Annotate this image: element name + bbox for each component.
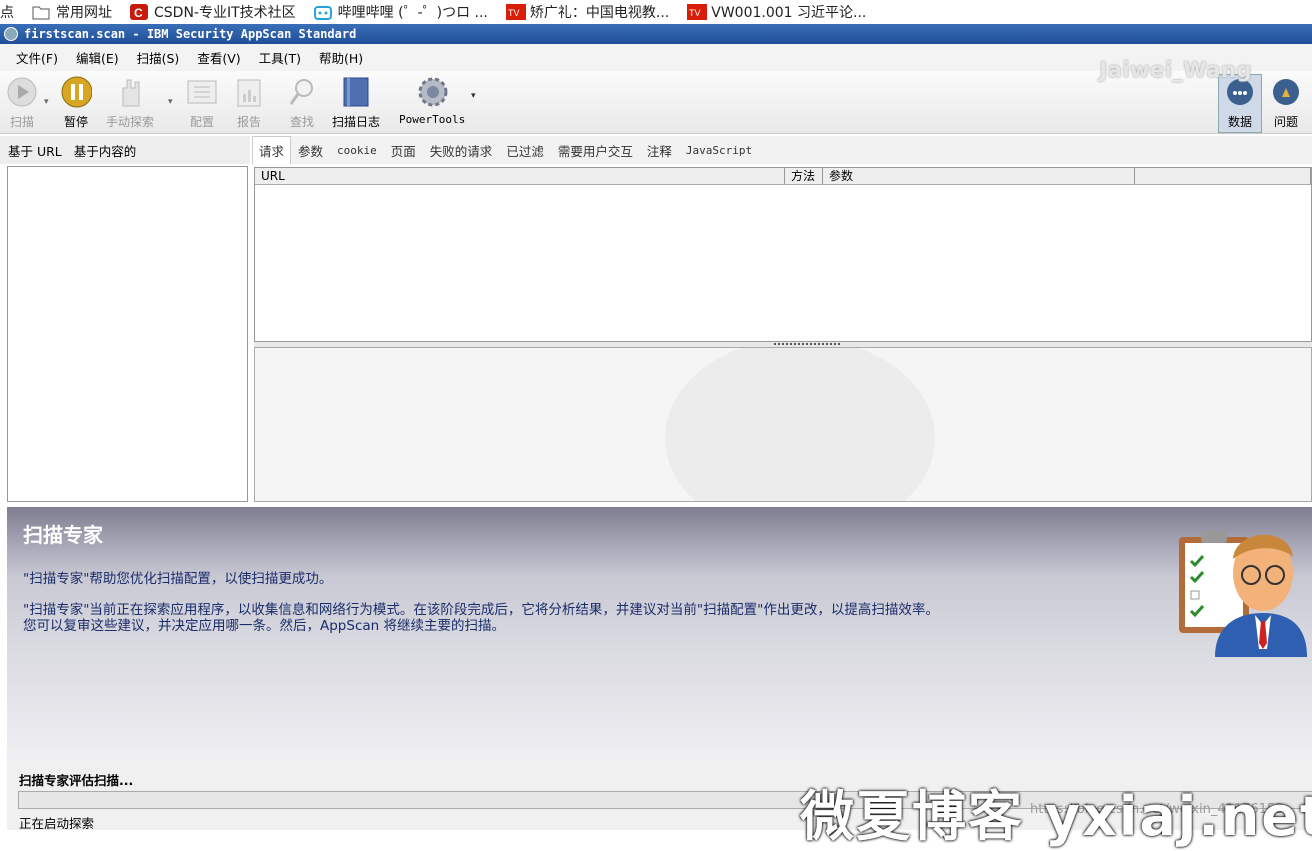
- menu-file[interactable]: 文件(F): [16, 48, 58, 67]
- appscan-icon: [4, 27, 18, 41]
- manual-dropdown-arrow[interactable]: ▾: [168, 97, 173, 107]
- report-button[interactable]: 报告: [233, 75, 265, 130]
- powertools-dropdown-arrow[interactable]: ▾: [471, 91, 476, 101]
- issues-view-button[interactable]: 问题: [1270, 75, 1302, 130]
- bookmark-label: VW001.001 习近平论...: [711, 5, 867, 21]
- tab-url-based[interactable]: 基于 URL: [0, 141, 66, 160]
- pause-icon: [60, 75, 92, 109]
- tab-pages[interactable]: 页面: [384, 141, 423, 160]
- svg-text:TV: TV: [689, 8, 701, 18]
- issues-icon: [1270, 75, 1302, 109]
- scan-expert-title: 扫描专家: [23, 523, 103, 547]
- left-view-tabs: 基于 URL 基于内容的: [0, 136, 250, 164]
- tab-content-based[interactable]: 基于内容的: [66, 141, 141, 160]
- application-tree-panel[interactable]: [7, 166, 248, 502]
- column-extra: [1135, 168, 1311, 184]
- manual-explore-button[interactable]: 手动探索: [106, 75, 154, 130]
- tab-failed-requests[interactable]: 失败的请求: [423, 141, 500, 160]
- tab-user-interaction[interactable]: 需要用户交互: [551, 141, 640, 160]
- csdn-icon: C: [130, 4, 148, 20]
- log-book-icon: [340, 75, 372, 109]
- bookmark-bar: 点 常用网址 C CSDN-专业IT技术社区 哔哩哔哩 (゜-゜)つロ ... …: [0, 0, 1312, 24]
- menu-help[interactable]: 帮助(H): [319, 48, 363, 67]
- hand-icon: [114, 75, 146, 109]
- scan-dropdown-arrow[interactable]: ▾: [44, 97, 49, 107]
- bookmark-partial[interactable]: 点: [0, 2, 14, 22]
- tab-javascript[interactable]: JavaScript: [679, 144, 759, 157]
- scan-log-button[interactable]: 扫描日志: [332, 75, 380, 130]
- splitter-grip[interactable]: [774, 343, 840, 345]
- scan-expert-panel: 扫描专家 "扫描专家"帮助您优化扫描配置，以使扫描更成功。 "扫描专家"当前正在…: [7, 507, 1312, 763]
- menu-tools[interactable]: 工具(T): [259, 48, 301, 67]
- bilibili-icon: [313, 4, 332, 20]
- bookmark-cntv-1[interactable]: TV 矫广礼：中国电视教...: [505, 2, 670, 22]
- requests-table: URL 方法 参数: [254, 167, 1312, 342]
- column-url[interactable]: URL: [255, 168, 785, 184]
- menu-view[interactable]: 查看(V): [197, 48, 240, 67]
- folder-icon: [32, 4, 50, 20]
- data-view-button[interactable]: 数据: [1218, 74, 1262, 133]
- scan-expert-evaluating-label: 扫描专家评估扫描...: [19, 773, 134, 788]
- column-parameters[interactable]: 参数: [823, 168, 1135, 184]
- exploration-status-label: 正在启动探索: [19, 816, 95, 831]
- bookmark-common-sites[interactable]: 常用网址: [32, 2, 112, 22]
- window-title-bar[interactable]: firstscan.scan - IBM Security AppScan St…: [0, 24, 1312, 44]
- tab-cookie[interactable]: cookie: [330, 144, 384, 157]
- svg-text:TV: TV: [508, 8, 520, 18]
- table-header: URL 方法 参数: [255, 168, 1311, 185]
- svg-text:C: C: [134, 6, 143, 20]
- config-button[interactable]: 配置: [186, 75, 218, 130]
- watermark-blog: 微夏博客 yxiaj.net: [800, 785, 1312, 848]
- bookmark-label: 哔哩哔哩 (゜-゜)つロ ...: [337, 5, 488, 21]
- window-title: firstscan.scan - IBM Security AppScan St…: [24, 27, 357, 41]
- config-icon: [186, 75, 218, 109]
- scan-expert-intro: "扫描专家"帮助您优化扫描配置，以使扫描更成功。: [23, 571, 333, 587]
- powertools-button[interactable]: PowerTools: [399, 75, 465, 126]
- cntv-icon: TV: [505, 4, 526, 20]
- pause-button[interactable]: 暂停: [60, 75, 92, 130]
- bookmark-label: CSDN-专业IT技术社区: [154, 5, 296, 21]
- column-method[interactable]: 方法: [785, 168, 823, 184]
- tab-filtered[interactable]: 已过滤: [499, 141, 551, 160]
- bookmark-csdn[interactable]: C CSDN-专业IT技术社区: [130, 2, 296, 22]
- find-button[interactable]: 查找: [286, 75, 318, 130]
- play-icon: [6, 75, 38, 109]
- report-icon: [233, 75, 265, 109]
- data-view-tabs: 请求 参数 cookie 页面 失败的请求 已过滤 需要用户交互 注释 Java…: [252, 136, 1312, 164]
- cntv-icon: TV: [687, 4, 708, 20]
- tab-parameters[interactable]: 参数: [291, 141, 330, 160]
- tab-requests[interactable]: 请求: [252, 136, 292, 164]
- gear-icon: [416, 75, 448, 109]
- scan-expert-followup: 您可以复审这些建议，并决定应用哪一条。然后，AppScan 将继续主要的扫描。: [23, 618, 505, 634]
- tab-comments[interactable]: 注释: [640, 141, 679, 160]
- bookmark-label: 常用网址: [56, 5, 112, 21]
- bookmark-label: 点: [0, 5, 14, 21]
- bookmark-bilibili[interactable]: 哔哩哔哩 (゜-゜)つロ ...: [313, 2, 488, 22]
- expert-avatar-icon: [1175, 517, 1309, 657]
- appscan-logo-watermark: [665, 348, 935, 501]
- detail-pane: [254, 347, 1312, 502]
- menu-edit[interactable]: 编辑(E): [76, 48, 119, 67]
- watermark-username: Jaiwei_Wang: [1099, 58, 1252, 82]
- scan-button[interactable]: 扫描: [6, 75, 38, 130]
- menu-scan[interactable]: 扫描(S): [137, 48, 180, 67]
- bookmark-label: 矫广礼：中国电视教...: [529, 5, 670, 21]
- magnifier-icon: [286, 75, 318, 109]
- bookmark-cntv-2[interactable]: TV VW001.001 习近平论...: [687, 2, 866, 22]
